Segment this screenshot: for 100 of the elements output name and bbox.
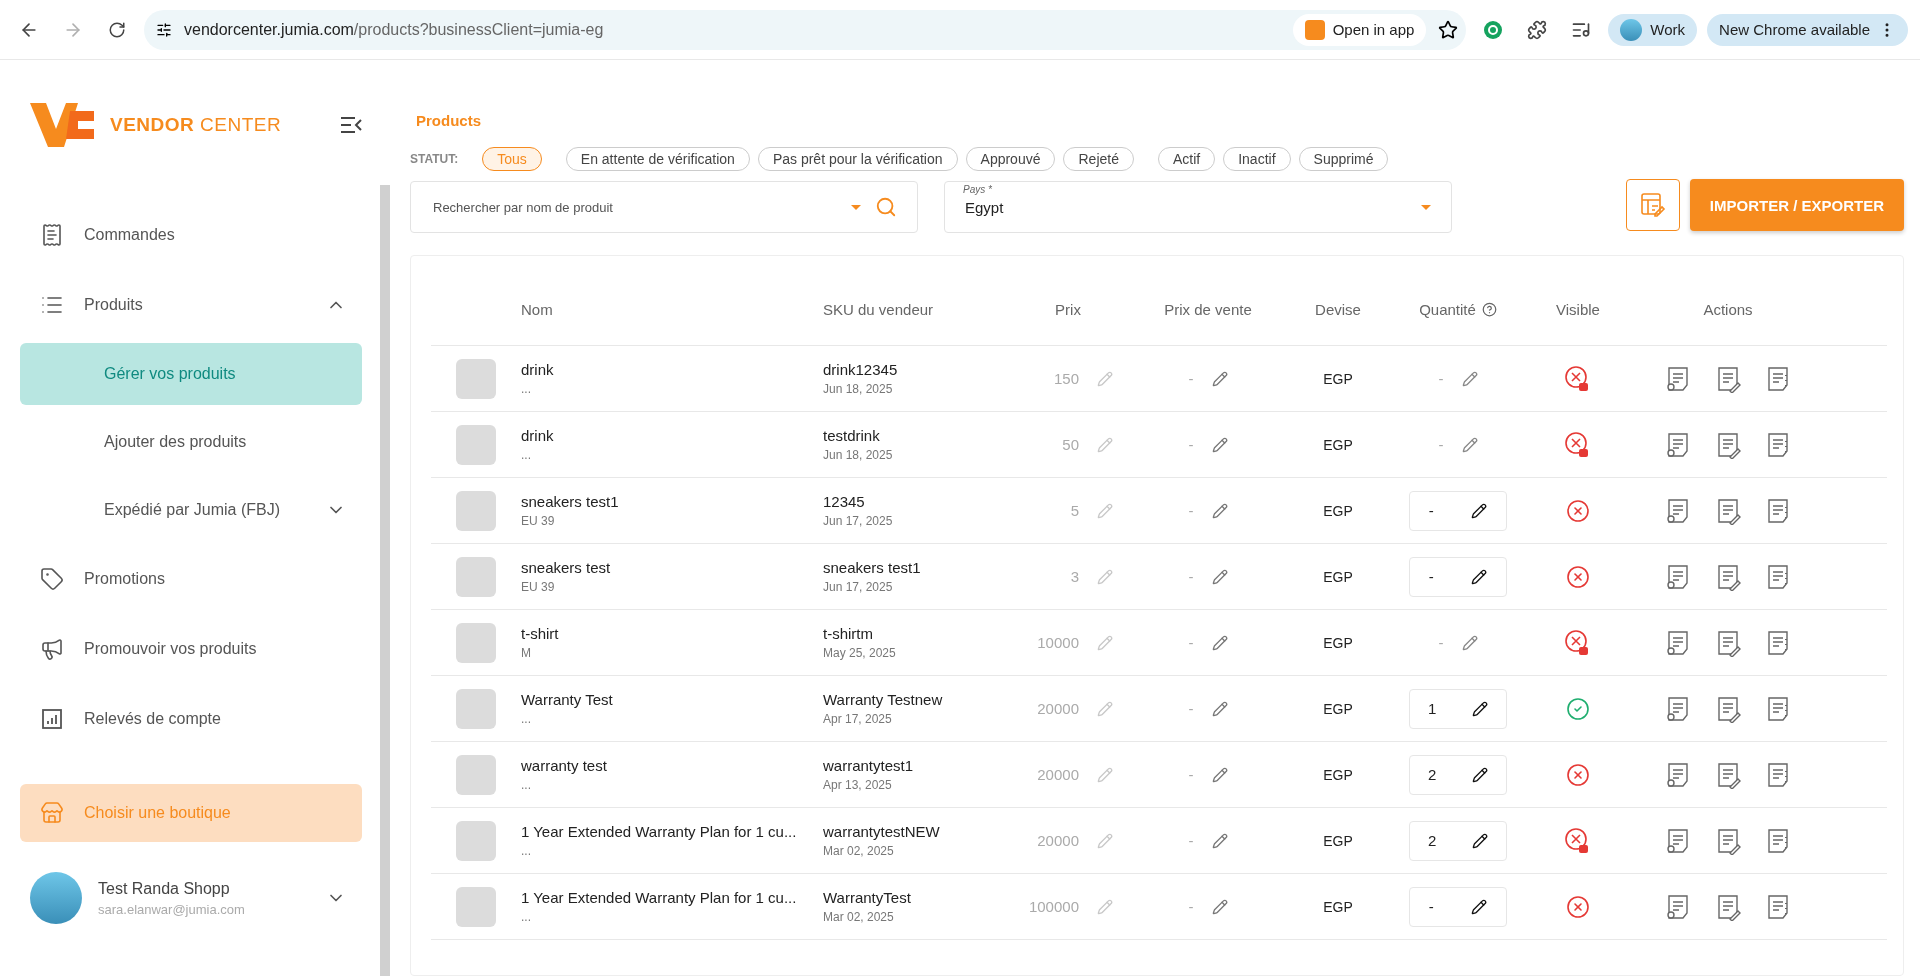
- quantity: -: [1438, 634, 1444, 651]
- nav-item[interactable]: Commandes: [20, 200, 362, 270]
- edit-icon[interactable]: [1472, 832, 1489, 849]
- product-date: Jun 18, 2025: [823, 448, 894, 462]
- currency: EGP: [1323, 568, 1353, 585]
- status-chip[interactable]: Approuvé: [965, 147, 1056, 171]
- caret-icon[interactable]: [851, 204, 861, 210]
- country-select[interactable]: Pays * Egypt: [944, 181, 1452, 233]
- currency: EGP: [1323, 436, 1353, 453]
- product-name[interactable]: t-shirt: [521, 625, 823, 642]
- user-email: sara.elanwar@jumia.com: [98, 901, 246, 917]
- app-icon: [1304, 19, 1325, 40]
- column-header: Prix: [1055, 301, 1081, 318]
- edit-icon[interactable]: [1471, 502, 1488, 519]
- cross-icon[interactable]: [1566, 564, 1590, 589]
- quantity: -: [1438, 436, 1444, 453]
- currency: EGP: [1323, 832, 1353, 849]
- quantity-field[interactable]: -: [1409, 886, 1507, 927]
- nav-item[interactable]: Produits: [20, 270, 362, 340]
- quantity: -: [1438, 370, 1444, 387]
- product-variant: ...: [521, 844, 532, 858]
- help-icon[interactable]: [1481, 302, 1497, 317]
- edit-icon[interactable]: [1471, 568, 1488, 585]
- product-name[interactable]: 1 Year Extended Warranty Plan for 1 cu...: [521, 823, 823, 840]
- edit-icon[interactable]: [1472, 766, 1489, 783]
- bookmark-star-icon[interactable]: [1438, 19, 1459, 40]
- nav-subitem[interactable]: Expédié par Jumia (FBJ): [20, 479, 362, 541]
- status-chip[interactable]: Supprimé: [1298, 147, 1389, 171]
- status-chip[interactable]: Inactif: [1223, 147, 1291, 171]
- price: 20000: [1037, 700, 1079, 717]
- status-chip[interactable]: Actif: [1157, 147, 1216, 171]
- cross-icon[interactable]: [1566, 498, 1590, 523]
- collapse-menu-icon[interactable]: [340, 116, 362, 134]
- caret-icon[interactable]: [1421, 204, 1431, 210]
- sale-price: -: [1188, 700, 1194, 717]
- product-name[interactable]: Warranty Test: [521, 691, 823, 708]
- column-header: Prix de vente: [1164, 301, 1252, 318]
- product-date: May 25, 2025: [823, 646, 897, 660]
- price: 100000: [1028, 898, 1079, 915]
- nav-item[interactable]: Relevés de compte: [20, 684, 362, 754]
- quantity-field[interactable]: 1: [1409, 688, 1507, 729]
- cross-icon[interactable]: [1566, 762, 1590, 787]
- price: 50: [1062, 436, 1079, 453]
- search-field[interactable]: Rechercher par nom de produit: [410, 181, 918, 233]
- sale-price: -: [1188, 766, 1194, 783]
- product-name[interactable]: warranty test: [521, 757, 823, 774]
- profile-button[interactable]: Work: [1608, 13, 1698, 46]
- product-photo-placeholder: [456, 688, 496, 729]
- sheet-edit-button[interactable]: [1625, 179, 1680, 231]
- quantity-field[interactable]: -: [1409, 556, 1507, 597]
- product-photo-placeholder: [456, 886, 496, 927]
- currency: EGP: [1323, 634, 1353, 651]
- quantity-field[interactable]: 2: [1409, 820, 1507, 861]
- column-header: Visible: [1556, 301, 1600, 318]
- cross-icon[interactable]: [1566, 894, 1590, 919]
- product-photo-placeholder: [456, 358, 496, 399]
- seller-sku: WarrantyTest: [823, 889, 912, 906]
- edit-icon[interactable]: [1471, 898, 1488, 915]
- product-photo-placeholder: [456, 820, 496, 861]
- product-name[interactable]: drink: [521, 427, 823, 444]
- url-text: vendorcenter.jumia.com/products?businessClient=jumia-eg: [184, 20, 605, 39]
- product-name[interactable]: sneakers test: [521, 559, 823, 576]
- product-name[interactable]: 1 Year Extended Warranty Plan for 1 cu...: [521, 889, 823, 906]
- site-settings-icon[interactable]: [156, 21, 172, 38]
- product-photo-placeholder: [456, 556, 496, 597]
- store-icon: [40, 801, 64, 825]
- product-name[interactable]: drink: [521, 361, 823, 378]
- nav-subitem[interactable]: Ajouter des produits: [20, 411, 362, 473]
- search-icon[interactable]: [875, 196, 897, 218]
- receipt-icon: [40, 223, 64, 247]
- product-variant: ...: [521, 778, 532, 792]
- address-bar[interactable]: vendorcenter.jumia.com/products?businessClient=jumia-eg Open in app: [144, 9, 1467, 50]
- status-chip[interactable]: Pas prêt pour la vérification: [757, 147, 958, 171]
- avatar: [1620, 18, 1643, 41]
- nav-item[interactable]: Promouvoir vos produits: [20, 614, 362, 684]
- open-in-app-button[interactable]: Open in app: [1292, 13, 1427, 46]
- seller-sku: warrantytest1: [823, 757, 915, 774]
- select-value: Egypt: [965, 198, 1005, 216]
- edit-icon[interactable]: [1472, 700, 1489, 717]
- product-photo-placeholder: [456, 490, 496, 531]
- column-header: Nom: [521, 301, 553, 318]
- check-icon[interactable]: [1566, 696, 1590, 721]
- column-header: SKU du vendeur: [823, 301, 934, 318]
- quantity-field[interactable]: -: [1409, 490, 1507, 531]
- status-chip[interactable]: Rejeté: [1063, 147, 1134, 171]
- quantity-field[interactable]: 2: [1409, 754, 1507, 795]
- product-variant: ...: [521, 382, 532, 396]
- scrollbar[interactable]: [380, 185, 390, 976]
- status-chip[interactable]: En attente de vérification: [565, 147, 750, 171]
- product-variant: EU 39: [521, 514, 556, 528]
- nav-item[interactable]: Promotions: [20, 544, 362, 614]
- sale-price: -: [1188, 898, 1194, 915]
- seller-sku: t-shirtm: [823, 625, 874, 642]
- product-name[interactable]: sneakers test1: [521, 493, 823, 510]
- column-header: Devise: [1315, 301, 1361, 318]
- product-variant: ...: [521, 712, 532, 726]
- sale-price: -: [1188, 832, 1194, 849]
- update-button[interactable]: New Chrome available: [1707, 13, 1908, 46]
- price: 10000: [1037, 634, 1079, 651]
- seller-sku: 12345: [823, 493, 866, 510]
